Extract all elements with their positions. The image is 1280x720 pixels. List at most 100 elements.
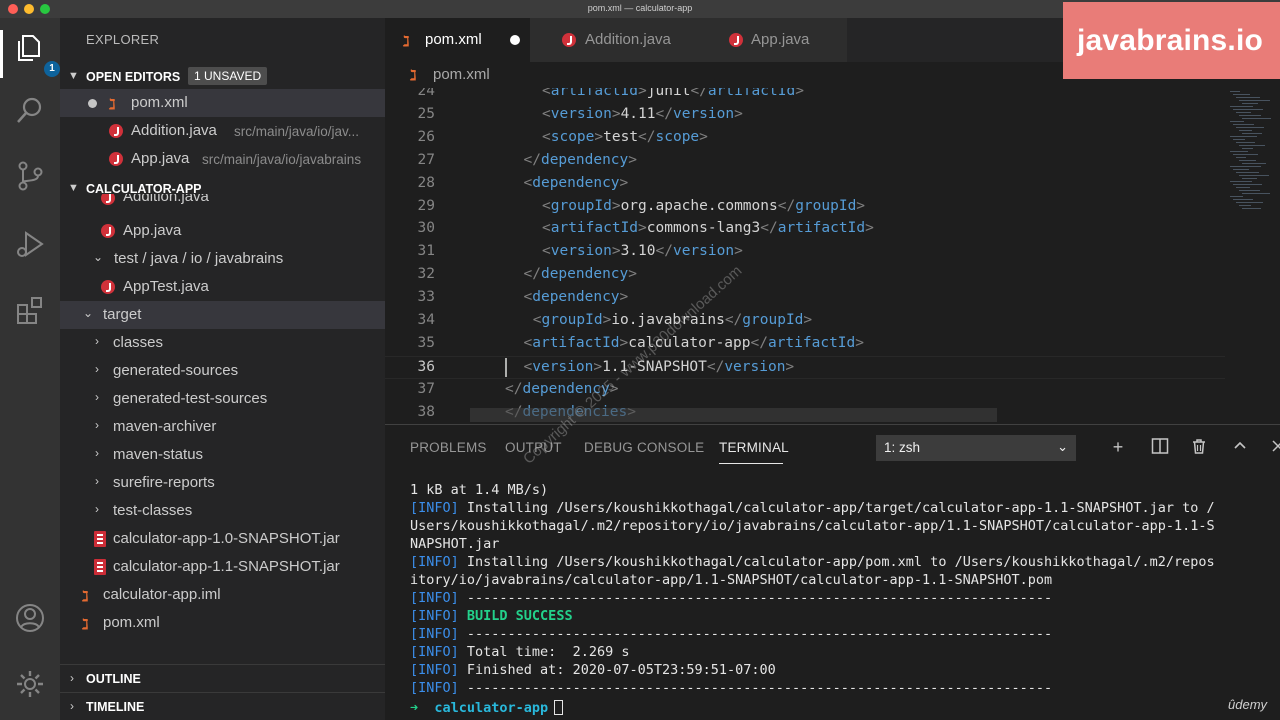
tab-addition-java[interactable]: Addition.java: [530, 18, 702, 62]
terminal-prompt[interactable]: ➜ calculator-app: [410, 700, 564, 718]
tree-item-label: test / java / io / javabrains: [114, 250, 284, 267]
minimap-line: [1239, 190, 1260, 191]
tree-folder-maven-status[interactable]: › maven-status: [60, 441, 385, 469]
chevron-right-icon: ›: [95, 362, 99, 376]
xml-file-icon: ℷ: [410, 67, 417, 83]
code-line[interactable]: 35 <artifactId>calculator-app</artifactId…: [385, 333, 1225, 356]
minimap-line: [1239, 100, 1270, 101]
tree-item-jar-1-1[interactable]: calculator-app-1.1-SNAPSHOT.jar: [60, 553, 385, 581]
tab-app-java[interactable]: App.java: [702, 18, 847, 62]
code-text: <artifactId>calculator-app</artifactId>: [523, 334, 865, 351]
tab-pom-xml[interactable]: ℷ pom.xml: [385, 18, 530, 62]
tree-item-iml[interactable]: ℷ calculator-app.iml: [60, 581, 385, 609]
line-number: 28: [417, 174, 435, 191]
maximize-panel-icon[interactable]: [1230, 437, 1250, 457]
explorer-icon[interactable]: 1: [12, 30, 60, 77]
tree-folder-test-classes[interactable]: › test-classes: [60, 497, 385, 525]
tab-debug-console[interactable]: DEBUG CONSOLE: [584, 440, 704, 455]
tree-item-apptest[interactable]: AppTest.java: [60, 273, 385, 301]
close-panel-icon[interactable]: [1268, 437, 1280, 457]
java-file-icon: [562, 33, 576, 47]
code-line[interactable]: 33 <dependency>: [385, 287, 1225, 310]
add-terminal-icon[interactable]: +: [1108, 437, 1128, 457]
tree-item-label: App.java: [123, 222, 182, 239]
code-line[interactable]: 29 <groupId>org.apache.commons</groupId>: [385, 196, 1225, 219]
javabrains-logo: javabrains.io: [1063, 2, 1280, 79]
timeline-header[interactable]: › TIMELINE: [60, 692, 385, 720]
minimap-line: [1242, 178, 1257, 179]
outline-header[interactable]: › OUTLINE: [60, 664, 385, 692]
code-text: <version>4.11</version>: [542, 105, 743, 122]
code-line[interactable]: 31 <version>3.10</version>: [385, 241, 1225, 264]
code-text: <dependency>: [523, 174, 629, 191]
open-editor-name: App.java: [131, 150, 190, 167]
open-editor-path: src/main/java/io/javabrains: [202, 152, 362, 167]
terminal-line: 1 kB at 1.4 MB/s): [410, 482, 549, 498]
tree-folder-maven-archiver[interactable]: › maven-archiver: [60, 413, 385, 441]
open-editor-item-pom[interactable]: ℷ pom.xml: [60, 89, 385, 117]
tree-item-pom[interactable]: ℷ pom.xml: [60, 609, 385, 637]
brand-text: javabrains.io: [1077, 24, 1264, 57]
chevron-down-icon: ⌄: [83, 306, 94, 320]
tree-item-app[interactable]: App.java: [60, 217, 385, 245]
minimap-line: [1233, 124, 1254, 125]
tab-label: Addition.java: [585, 31, 671, 48]
search-icon[interactable]: [12, 92, 48, 128]
terminal-line: [INFO] Installing /Users/koushikkothagal…: [410, 554, 1215, 570]
open-editor-item-app[interactable]: App.java src/main/java/io/javabrains: [60, 145, 385, 173]
settings-gear-icon[interactable]: [12, 666, 48, 702]
open-editor-item-addition[interactable]: Addition.java src/main/java/io/jav...: [60, 117, 385, 145]
run-debug-icon[interactable]: [12, 226, 48, 262]
code-line[interactable]: 30 <artifactId>commons-lang3</artifactId>: [385, 218, 1225, 241]
code-line[interactable]: 37 </dependency>: [385, 379, 1225, 402]
code-text: <version>1.1-SNAPSHOT</version>: [523, 358, 795, 375]
minimap[interactable]: [1228, 88, 1280, 238]
open-editors-header[interactable]: ▼ OPEN EDITORS 1 UNSAVED: [60, 64, 385, 90]
tree-folder-surefire-reports[interactable]: › surefire-reports: [60, 469, 385, 497]
code-editor[interactable]: 24 <artifactId>junit</artifactId> 25 <versi…: [385, 88, 1280, 424]
minimap-line: [1233, 184, 1262, 185]
tree-item-jar-1-0[interactable]: calculator-app-1.0-SNAPSHOT.jar: [60, 525, 385, 553]
tree-folder-test[interactable]: ⌄ test / java / io / javabrains: [60, 245, 385, 273]
extensions-icon[interactable]: [12, 292, 48, 328]
terminal-line: Users/koushikkothagal/.m2/repository/io/…: [410, 518, 1215, 534]
chevron-right-icon: ›: [95, 418, 99, 432]
tree-folder-generated-sources[interactable]: › generated-sources: [60, 357, 385, 385]
horizontal-scrollbar[interactable]: [470, 408, 997, 422]
code-text: <artifactId>commons-lang3</artifactId>: [542, 220, 874, 237]
unsaved-dot-icon[interactable]: [510, 35, 520, 45]
tab-terminal[interactable]: TERMINAL: [719, 440, 789, 455]
tree-item-addition[interactable]: Addition.java: [60, 194, 385, 214]
tree-item-label: maven-status: [113, 446, 204, 463]
terminal-select-value: 1: zsh: [884, 440, 921, 455]
minimap-line: [1233, 94, 1250, 95]
code-line[interactable]: 34 <groupId>io.javabrains</groupId>: [385, 310, 1225, 333]
minimap-line: [1230, 196, 1243, 197]
activity-bar: 1: [0, 18, 60, 720]
code-line[interactable]: 24 <artifactId>junit</artifactId>: [385, 88, 1225, 104]
terminal-line: [INFO] BUILD SUCCESS: [410, 608, 573, 624]
terminal-select[interactable]: 1: zsh ⌄: [876, 435, 1076, 461]
trash-icon[interactable]: [1189, 437, 1209, 457]
tree-item-label: calculator-app-1.1-SNAPSHOT.jar: [113, 558, 340, 575]
split-terminal-icon[interactable]: [1150, 437, 1170, 457]
jar-file-icon: [94, 559, 106, 575]
code-line[interactable]: 32 </dependency>: [385, 264, 1225, 287]
account-icon[interactable]: [12, 600, 48, 636]
chevron-right-icon: ›: [95, 334, 99, 348]
code-line[interactable]: 28 <dependency>: [385, 173, 1225, 196]
tree-folder-generated-test-sources[interactable]: › generated-test-sources: [60, 385, 385, 413]
source-control-icon[interactable]: [12, 158, 48, 194]
minimap-line: [1230, 151, 1248, 152]
code-line[interactable]: 27 </dependency>: [385, 150, 1225, 173]
code-line[interactable]: 26 <scope>test</scope>: [385, 127, 1225, 150]
unsaved-dot-icon[interactable]: [88, 99, 97, 108]
tab-problems[interactable]: PROBLEMS: [410, 440, 487, 455]
active-tab-underline: [719, 463, 783, 464]
code-line[interactable]: 25 <version>4.11</version>: [385, 104, 1225, 127]
tree-folder-classes[interactable]: › classes: [60, 329, 385, 357]
text-cursor: [505, 358, 507, 377]
code-line[interactable]: 36 <version>1.1-SNAPSHOT</version>: [385, 355, 1225, 379]
line-number: 33: [417, 289, 435, 306]
tree-folder-target[interactable]: ⌄ target: [60, 301, 385, 329]
